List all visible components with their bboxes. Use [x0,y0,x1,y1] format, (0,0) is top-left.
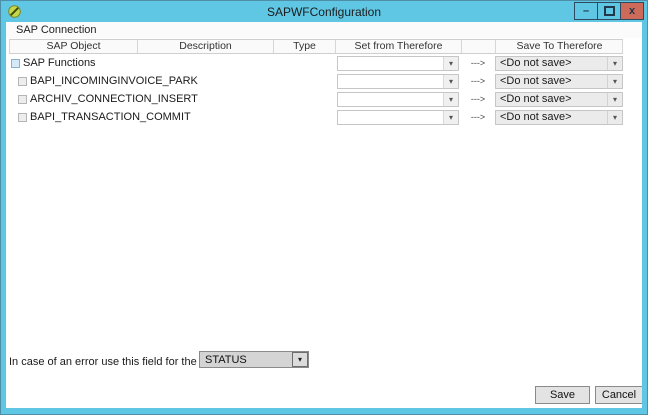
set-from-therefore-dropdown[interactable]: ▾ [337,74,459,89]
row-label: ARCHIV_CONNECTION_INSERT [30,93,198,105]
chevron-down-icon[interactable]: ▾ [607,57,622,70]
window-controls: – x [575,2,644,20]
row-name-cell: BAPI_INCOMINGINVOICE_PARK [9,75,335,87]
maximize-icon [604,6,615,16]
mapping-arrow: ---> [461,76,495,86]
column-header-type: Type [273,40,335,53]
mapping-arrow: ---> [461,112,495,122]
expand-icon[interactable] [18,95,27,104]
menu-item-sap-connection[interactable]: SAP Connection [12,23,101,37]
expand-icon[interactable] [18,77,27,86]
minimize-icon: – [583,5,589,17]
mapping-arrow: ---> [461,58,495,68]
column-header-arrow [461,40,495,53]
window-content: SAP Connection SAP Object Description Ty… [6,22,642,408]
minimize-button[interactable]: – [574,2,598,20]
expand-icon[interactable] [18,113,27,122]
chevron-down-icon[interactable]: ▾ [443,93,458,106]
chevron-down-icon[interactable]: ▾ [443,75,458,88]
collapse-icon[interactable] [11,59,20,68]
column-header-sap-object: SAP Object [9,40,137,53]
error-code-dropdown[interactable]: STATUS ▾ [199,351,309,368]
save-to-therefore-dropdown[interactable]: <Do not save> ▾ [495,92,623,107]
row-label: BAPI_TRANSACTION_COMMIT [30,111,191,123]
table-header-row: SAP Object Description Type Set from The… [9,39,623,54]
dropdown-value: <Do not save> [496,57,572,69]
column-header-description: Description [137,40,273,53]
close-icon: x [629,5,635,17]
save-to-therefore-dropdown[interactable]: <Do not save> ▾ [495,74,623,89]
chevron-down-icon[interactable]: ▾ [607,111,622,124]
mapping-arrow: ---> [461,94,495,104]
set-from-therefore-dropdown[interactable]: ▾ [337,110,459,125]
row-label: SAP Functions [23,57,96,69]
save-button[interactable]: Save [535,386,590,404]
dropdown-value: <Do not save> [496,111,572,123]
window-frame: SAPWFConfiguration – x SAP Connection SA… [0,0,648,415]
dropdown-value: <Do not save> [496,75,572,87]
table-row: ARCHIV_CONNECTION_INSERT ▾ ---> <Do not … [9,90,623,108]
row-name-cell: BAPI_TRANSACTION_COMMIT [9,111,335,123]
maximize-button[interactable] [597,2,621,20]
close-button[interactable]: x [620,2,644,20]
save-to-therefore-dropdown[interactable]: <Do not save> ▾ [495,56,623,71]
table-row: SAP Functions ▾ ---> <Do not save> ▾ [9,54,623,72]
chevron-down-icon[interactable]: ▾ [443,111,458,124]
window-title: SAPWFConfiguration [2,5,646,19]
chevron-down-icon[interactable]: ▾ [607,75,622,88]
titlebar: SAPWFConfiguration – x [2,2,646,22]
chevron-down-icon[interactable]: ▾ [443,57,458,70]
chevron-down-icon[interactable]: ▾ [607,93,622,106]
dropdown-value: <Do not save> [496,93,572,105]
save-to-therefore-dropdown[interactable]: <Do not save> ▾ [495,110,623,125]
row-name-cell: SAP Functions [9,57,335,69]
cancel-button[interactable]: Cancel [595,386,642,404]
function-mapping-table: SAP Object Description Type Set from The… [9,39,623,126]
set-from-therefore-dropdown[interactable]: ▾ [337,92,459,107]
chevron-down-icon[interactable]: ▾ [292,352,308,367]
column-header-save-to-therefore: Save To Therefore [495,40,623,53]
dropdown-value: STATUS [200,354,247,366]
row-name-cell: ARCHIV_CONNECTION_INSERT [9,93,335,105]
set-from-therefore-dropdown[interactable]: ▾ [337,56,459,71]
table-row: BAPI_INCOMINGINVOICE_PARK ▾ ---> <Do not… [9,72,623,90]
row-label: BAPI_INCOMINGINVOICE_PARK [30,75,198,87]
column-header-set-from-therefore: Set from Therefore [335,40,461,53]
menubar: SAP Connection [6,22,642,38]
table-row: BAPI_TRANSACTION_COMMIT ▾ ---> <Do not s… [9,108,623,126]
